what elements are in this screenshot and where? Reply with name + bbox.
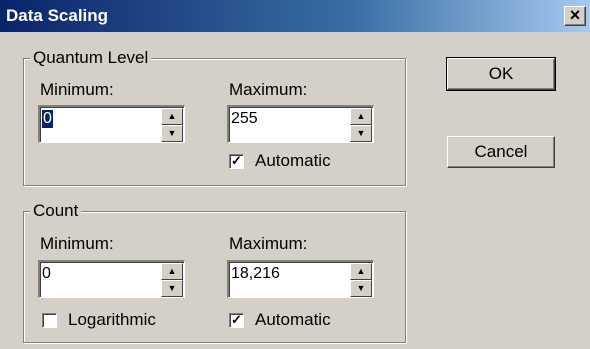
count-logarithmic-checkbox[interactable] (42, 313, 57, 328)
checkmark-icon: ✓ (231, 312, 242, 327)
spin-up-icon[interactable]: ▲ (350, 263, 372, 280)
count-max-field[interactable]: 18,216 ▲ ▼ (227, 260, 374, 298)
spin-up-icon[interactable]: ▲ (161, 263, 183, 280)
quantum-min-spinner[interactable]: ▲ ▼ (161, 108, 183, 142)
title-bar: Data Scaling × (0, 0, 590, 32)
spin-up-icon[interactable]: ▲ (161, 108, 183, 125)
quantum-min-value[interactable]: 0 (42, 110, 53, 128)
spin-up-icon[interactable]: ▲ (350, 108, 372, 125)
close-icon: × (569, 5, 581, 25)
count-automatic-label[interactable]: Automatic (255, 310, 331, 330)
quantum-max-label: Maximum: (229, 80, 308, 99)
count-min-value[interactable]: 0 (42, 265, 51, 283)
quantum-automatic-label[interactable]: Automatic (255, 151, 331, 171)
count-min-label: Minimum: (40, 234, 114, 253)
ok-button[interactable]: OK (446, 57, 556, 91)
quantum-max-value[interactable]: 255 (231, 110, 258, 128)
cancel-button[interactable]: Cancel (447, 136, 555, 168)
close-button[interactable]: × (564, 6, 586, 26)
count-min-spinner[interactable]: ▲ ▼ (161, 263, 183, 297)
quantum-max-field[interactable]: 255 ▲ ▼ (227, 105, 374, 143)
count-max-label: Maximum: (229, 234, 308, 253)
count-legend: Count (30, 201, 82, 221)
count-min-field[interactable]: 0 ▲ ▼ (38, 260, 185, 298)
count-logarithmic-label[interactable]: Logarithmic (68, 310, 156, 330)
spin-down-icon[interactable]: ▼ (350, 125, 372, 142)
quantum-min-field[interactable]: 0 ▲ ▼ (38, 105, 185, 143)
count-max-value[interactable]: 18,216 (231, 265, 280, 283)
quantum-automatic-checkbox[interactable]: ✓ (229, 154, 244, 169)
quantum-level-legend: Quantum Level (30, 48, 152, 68)
quantum-min-label: Minimum: (40, 80, 114, 99)
count-max-spinner[interactable]: ▲ ▼ (350, 263, 372, 297)
spin-down-icon[interactable]: ▼ (161, 280, 183, 297)
checkmark-icon: ✓ (231, 153, 242, 168)
spin-down-icon[interactable]: ▼ (161, 125, 183, 142)
quantum-max-spinner[interactable]: ▲ ▼ (350, 108, 372, 142)
count-automatic-checkbox[interactable]: ✓ (229, 313, 244, 328)
dialog-body: Quantum Level Minimum: 0 ▲ ▼ Maximum: 25… (0, 32, 590, 349)
spin-down-icon[interactable]: ▼ (350, 280, 372, 297)
window-title: Data Scaling (6, 6, 109, 25)
